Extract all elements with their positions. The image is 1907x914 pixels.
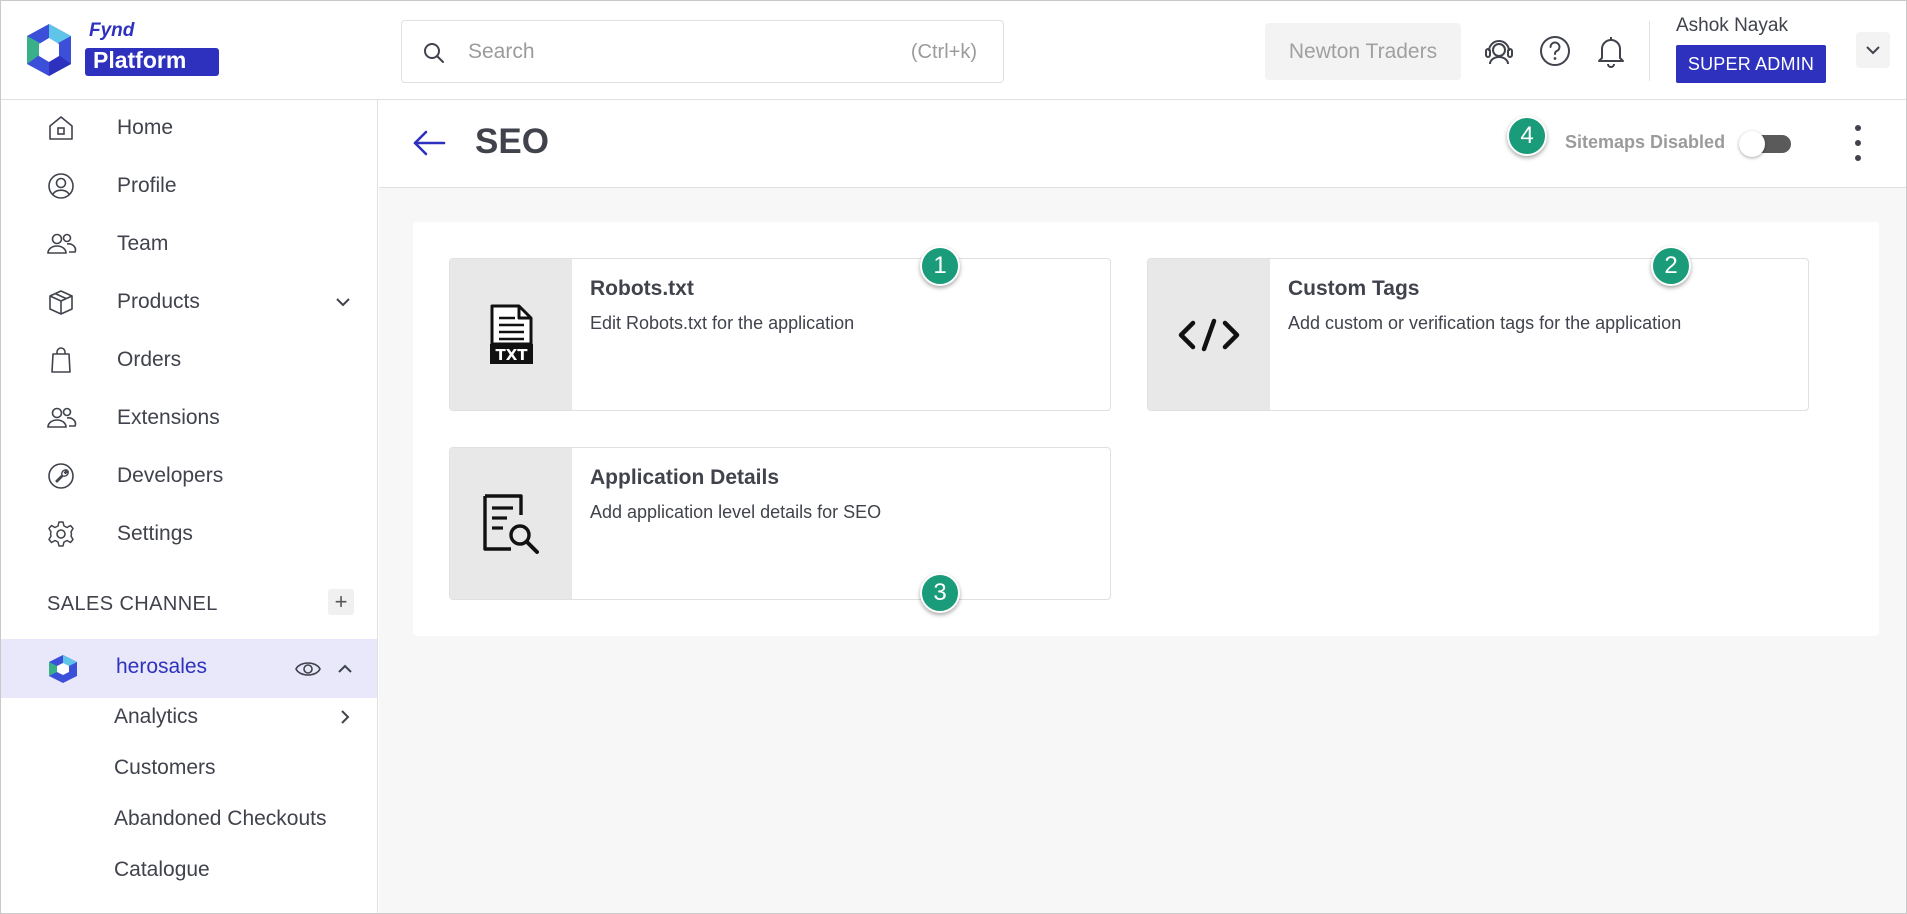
logo-text-bottom: Platform [93, 47, 187, 73]
card-description: Add application level details for SEO [590, 502, 882, 522]
robots-txt-card[interactable]: TXT Robots.txt Edit Robots.txt for the a… [449, 258, 1111, 411]
sidebar-item-products[interactable]: Products [1, 276, 377, 328]
header-divider [1649, 21, 1650, 81]
sidebar-item-home[interactable]: Home [1, 102, 377, 154]
page-header: SEO Sitemaps Disabled [379, 100, 1906, 188]
card-title: Robots.txt [590, 277, 694, 300]
application-details-card[interactable]: Application Details Add application leve… [449, 447, 1111, 600]
sidebar: Home Profile Team Products Orders Extens… [1, 100, 378, 913]
sidebar-item-settings[interactable]: Settings [1, 508, 377, 560]
search-bar[interactable]: (Ctrl+k) [401, 20, 1004, 83]
custom-tags-card[interactable]: Custom Tags Add custom or verification t… [1147, 258, 1809, 411]
sitemap-toggle-label: Sitemaps Disabled [1565, 132, 1726, 152]
sidebar-item-orders[interactable]: Orders [1, 334, 377, 386]
top-header: Fynd Platform (Ctrl+k) Newton Traders [1, 1, 1906, 100]
add-sales-channel-button[interactable]: + [328, 589, 354, 615]
sidebar-item-team[interactable]: Team [1, 218, 377, 270]
sitemap-toggle[interactable] [1739, 131, 1795, 157]
sidebar-subitem-analytics[interactable]: Analytics [114, 705, 198, 729]
code-icon [1148, 259, 1270, 410]
sidebar-subitem-abandoned-checkouts[interactable]: Abandoned Checkouts [114, 807, 327, 831]
channel-name: herosales [116, 655, 208, 678]
home-icon [45, 112, 77, 144]
sidebar-item-label: Settings [117, 522, 193, 545]
main-content: SEO Sitemaps Disabled TXT Robots.txt Edi… [379, 100, 1906, 913]
chevron-down-icon [1866, 46, 1880, 55]
sidebar-item-label: Products [117, 290, 200, 313]
chevron-up-icon[interactable] [335, 659, 355, 679]
chevron-down-icon[interactable] [333, 292, 353, 312]
role-badge: SUPER ADMIN [1676, 45, 1826, 83]
page-title: SEO [475, 122, 549, 161]
sidebar-item-label: Profile [117, 174, 177, 197]
sidebar-subitem-customers[interactable]: Customers [114, 756, 216, 780]
more-options-icon[interactable] [1851, 125, 1865, 161]
document-search-icon [450, 448, 572, 599]
sidebar-item-label: Home [117, 116, 174, 139]
box-icon [45, 286, 77, 318]
wrench-icon [45, 460, 77, 492]
seo-options-panel: TXT Robots.txt Edit Robots.txt for the a… [413, 222, 1879, 636]
app-window: Fynd Platform (Ctrl+k) Newton Traders [0, 0, 1907, 914]
back-arrow-icon[interactable] [411, 128, 447, 158]
team-icon [45, 228, 77, 260]
sidebar-item-label: Extensions [117, 406, 220, 429]
search-icon [424, 43, 444, 63]
txt-file-icon: TXT [450, 259, 572, 410]
chevron-right-icon[interactable] [335, 707, 355, 727]
fynd-platform-logo[interactable]: Fynd Platform [25, 20, 221, 80]
sidebar-item-label: Orders [117, 348, 182, 371]
bag-icon [45, 344, 77, 376]
channel-logo-icon [49, 655, 77, 683]
profile-icon [45, 170, 77, 202]
card-description: Edit Robots.txt for the application [590, 313, 855, 333]
sidebar-item-extensions[interactable]: Extensions [1, 392, 377, 444]
logo-text-top: Fynd [89, 20, 135, 41]
search-input[interactable] [468, 31, 848, 73]
card-title: Application Details [590, 466, 780, 489]
sidebar-item-label: Developers [117, 464, 224, 487]
notification-bell-icon[interactable] [1593, 33, 1629, 69]
extensions-icon [45, 402, 77, 434]
help-icon[interactable] [1537, 33, 1573, 69]
toggle-knob [1739, 131, 1765, 157]
eye-icon[interactable] [295, 657, 321, 681]
support-icon[interactable] [1481, 33, 1517, 69]
user-name: Ashok Nayak [1676, 15, 1788, 36]
callout-marker-3: 3 [920, 573, 960, 613]
sidebar-item-channel[interactable]: herosales [1, 639, 377, 698]
sidebar-item-developers[interactable]: Developers [1, 450, 377, 502]
callout-marker-4: 4 [1507, 116, 1547, 156]
user-menu-toggle[interactable] [1856, 32, 1890, 68]
svg-text:TXT: TXT [495, 346, 528, 364]
sales-channel-section-label: SALES CHANNEL [47, 593, 218, 615]
sidebar-item-label: Team [117, 232, 169, 255]
gear-icon [45, 518, 77, 550]
sidebar-item-profile[interactable]: Profile [1, 160, 377, 212]
card-title: Custom Tags [1288, 277, 1420, 300]
card-description: Add custom or verification tags for the … [1288, 313, 1682, 333]
company-selector[interactable]: Newton Traders [1265, 23, 1461, 80]
sidebar-subitem-catalogue[interactable]: Catalogue [114, 858, 210, 882]
search-shortcut-hint: (Ctrl+k) [910, 41, 977, 63]
callout-marker-2: 2 [1651, 246, 1691, 286]
callout-marker-1: 1 [920, 246, 960, 286]
